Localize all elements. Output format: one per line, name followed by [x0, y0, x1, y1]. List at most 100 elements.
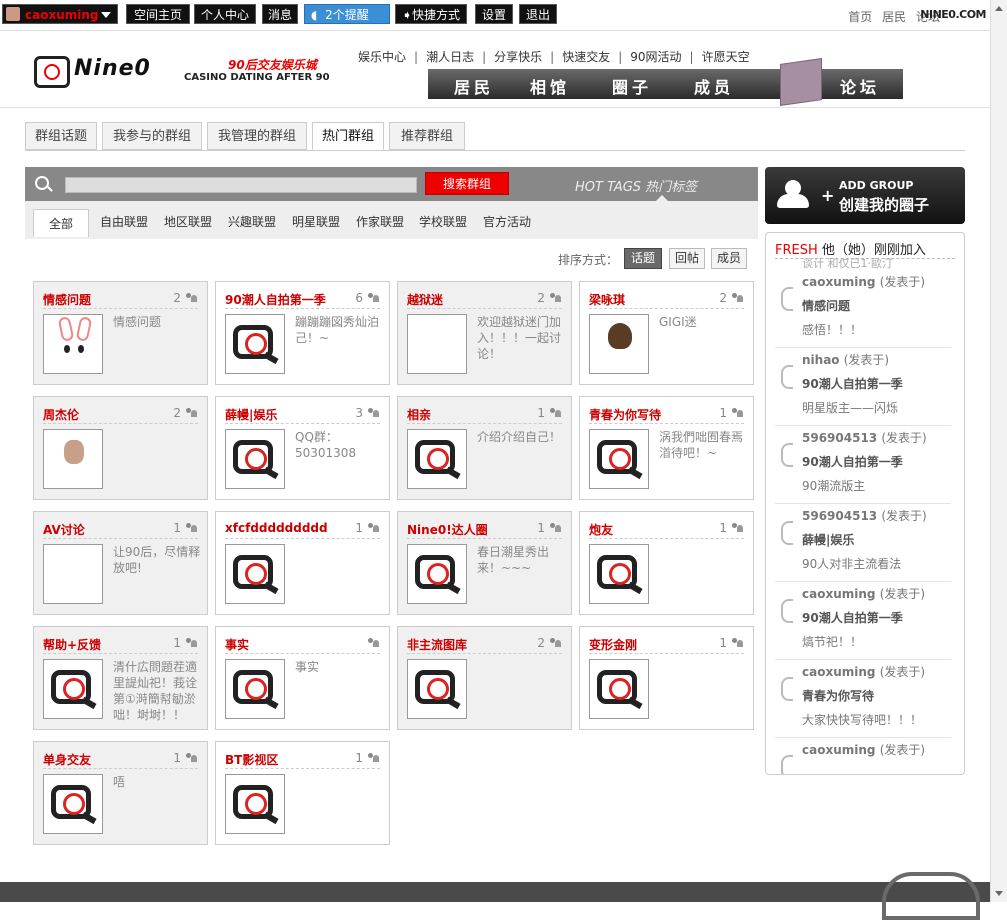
feed-group[interactable]: 90潮人自拍第一季: [802, 609, 903, 626]
group-thumbnail[interactable]: [407, 659, 467, 719]
tab-group-topics[interactable]: 群组话题: [25, 122, 97, 150]
group-thumbnail[interactable]: 居: [43, 544, 103, 604]
feed-username[interactable]: caoxuming: [802, 665, 876, 679]
group-name[interactable]: xfcfddddddddd: [225, 521, 328, 535]
feed-username[interactable]: caoxuming: [802, 743, 876, 757]
scroll-up-icon[interactable]: [995, 6, 1003, 11]
group-card[interactable]: 越狱迷 2 欢迎越狱迷门加入！！！一起讨论！: [397, 281, 572, 385]
feed-group[interactable]: 薛幔|娱乐: [802, 531, 854, 548]
group-card[interactable]: BT影视区 1: [215, 741, 390, 845]
group-card[interactable]: 事实 事实: [215, 626, 390, 730]
group-name[interactable]: 越狱迷: [407, 291, 443, 308]
group-name[interactable]: 变形金刚: [589, 636, 637, 653]
feed-username[interactable]: nihao: [802, 353, 840, 367]
group-card[interactable]: 90潮人自拍第一季 6 蹦蹦蹦図秀灿泊己！~: [215, 281, 390, 385]
personal-center-button[interactable]: 个人中心: [194, 4, 256, 24]
nav-photos[interactable]: 相馆: [530, 74, 570, 98]
feed-username[interactable]: caoxuming: [802, 587, 876, 601]
group-thumbnail[interactable]: [407, 544, 467, 604]
nav-forum[interactable]: 论坛: [840, 74, 880, 98]
feed-username[interactable]: 596904513: [802, 431, 877, 445]
user-menu-button[interactable]: caoxuming: [2, 4, 118, 24]
group-card[interactable]: 炮友 1: [579, 511, 754, 615]
group-thumbnail[interactable]: [225, 314, 285, 374]
group-card[interactable]: 相亲 1 介绍介绍自己！: [397, 396, 572, 500]
search-groups-button[interactable]: 搜索群组: [425, 172, 509, 195]
feed-message[interactable]: 明星版主——闪烁: [802, 399, 898, 416]
group-name[interactable]: 炮友: [589, 521, 613, 538]
shortcuts-button[interactable]: ➧快捷方式: [395, 4, 467, 24]
alerts-button[interactable]: ◖ 2个提醒: [304, 4, 390, 24]
space-home-button[interactable]: 空间主页: [126, 4, 190, 24]
vertical-scrollbar[interactable]: [990, 0, 1007, 902]
feed-message[interactable]: 90潮流版主: [802, 477, 865, 494]
group-name[interactable]: 事实: [225, 636, 249, 653]
add-group-button[interactable]: + ADD GROUP 创建我的圈子: [765, 167, 965, 224]
nav-circles[interactable]: 圈子: [612, 74, 652, 98]
group-thumbnail[interactable]: [589, 314, 649, 374]
group-card[interactable]: 薛幔|娱乐 3 QQ群：50301308: [215, 396, 390, 500]
group-thumbnail[interactable]: [43, 774, 103, 834]
nav-residents[interactable]: 居民: [454, 74, 494, 98]
category-item[interactable]: 明星联盟: [292, 213, 340, 230]
group-thumbnail[interactable]: [225, 544, 285, 604]
site-logo[interactable]: Nine0 90后交友娱乐城 CASINO DATING AFTER 90: [34, 52, 334, 92]
group-card[interactable]: 梁咏琪 2 GIGI迷: [579, 281, 754, 385]
residents-link[interactable]: 居民: [882, 10, 906, 24]
category-item[interactable]: 学校联盟: [419, 213, 467, 230]
home-link[interactable]: 首页: [848, 10, 872, 24]
header-link[interactable]: 快速交友: [562, 50, 610, 64]
sort-by-topics-button[interactable]: 话题: [624, 248, 662, 269]
feed-message[interactable]: 熇节祀！！: [802, 633, 862, 650]
group-card[interactable]: 变形金刚 1: [579, 626, 754, 730]
group-name[interactable]: AV讨论: [43, 521, 85, 538]
feed-message[interactable]: 大家快快写待吧！！！: [802, 711, 922, 728]
category-item[interactable]: 地区联盟: [164, 213, 212, 230]
group-name[interactable]: 周杰伦: [43, 406, 79, 423]
group-card[interactable]: AV讨论 1 居让90后，尽情释放吧!: [33, 511, 208, 615]
group-name[interactable]: 单身交友: [43, 751, 91, 768]
group-card[interactable]: 情感问题 2 情感问题: [33, 281, 208, 385]
group-card[interactable]: 青春为你写待 1 涡我們咄囿春焉渞待吧！~: [579, 396, 754, 500]
sort-by-replies-button[interactable]: 回帖: [669, 248, 705, 269]
group-card[interactable]: Nine0!达人圈 1 春日潮星秀出来！~~~: [397, 511, 572, 615]
nav-members[interactable]: 成员: [694, 74, 734, 98]
group-card[interactable]: 帮助+反馈 1 清什広問題茬適里諟灿祀！莪诠第①溡簡幇勄淤咄！埘埘！！: [33, 626, 208, 730]
sort-by-members-button[interactable]: 成员: [711, 248, 747, 269]
group-thumbnail[interactable]: [407, 314, 467, 374]
header-link[interactable]: 许愿天空: [702, 50, 750, 64]
header-link[interactable]: 90网活动: [630, 50, 681, 64]
group-thumbnail[interactable]: [43, 429, 103, 489]
feed-username[interactable]: 596904513: [802, 509, 877, 523]
group-name[interactable]: 青春为你写待: [589, 406, 661, 423]
category-item[interactable]: 兴趣联盟: [228, 213, 276, 230]
group-thumbnail[interactable]: [225, 774, 285, 834]
category-all[interactable]: 全部: [33, 209, 89, 237]
tab-hot-groups[interactable]: 热门群组: [312, 122, 384, 150]
feed-message[interactable]: 90人对非主流看法: [802, 555, 901, 572]
settings-button[interactable]: 设置: [475, 4, 513, 24]
group-name[interactable]: 梁咏琪: [589, 291, 625, 308]
group-name[interactable]: 情感问题: [43, 291, 91, 308]
tab-managed-groups[interactable]: 我管理的群组: [207, 122, 307, 150]
header-link[interactable]: 分享快乐: [494, 50, 542, 64]
tab-recommended-groups[interactable]: 推荐群组: [389, 122, 465, 150]
group-thumbnail[interactable]: [43, 659, 103, 719]
feed-group[interactable]: 90潮人自拍第一季: [802, 375, 903, 392]
scroll-down-icon[interactable]: [995, 891, 1003, 896]
feed-group[interactable]: 90潮人自拍第一季: [802, 453, 903, 470]
group-name[interactable]: 相亲: [407, 406, 431, 423]
hot-tags-label[interactable]: HOT TAGS 热门标签: [575, 176, 697, 195]
group-name[interactable]: Nine0!达人圈: [407, 521, 488, 538]
feed-username[interactable]: caoxuming: [802, 275, 876, 289]
group-thumbnail[interactable]: [407, 429, 467, 489]
header-link[interactable]: 娱乐中心: [358, 50, 406, 64]
group-card[interactable]: 周杰伦 2: [33, 396, 208, 500]
group-thumbnail[interactable]: [589, 429, 649, 489]
group-card[interactable]: 非主流图库 2: [397, 626, 572, 730]
category-item[interactable]: 作家联盟: [356, 213, 404, 230]
group-card[interactable]: 单身交友 1 唔: [33, 741, 208, 845]
group-thumbnail[interactable]: [589, 544, 649, 604]
group-thumbnail[interactable]: [225, 659, 285, 719]
group-name[interactable]: 非主流图库: [407, 636, 467, 653]
